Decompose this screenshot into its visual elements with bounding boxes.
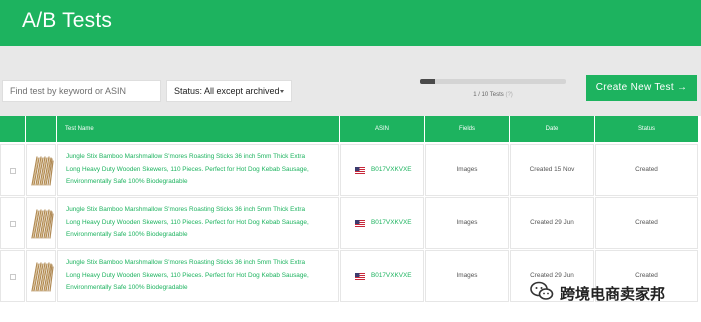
asin-text: B017VXKVXE [371, 166, 412, 173]
status-filter-label: Status: All except archived [174, 86, 280, 96]
test-name-line: Jungle Stix Bamboo Marshmallow S'mores R… [66, 206, 306, 213]
tests-count-info[interactable]: (?) [505, 92, 512, 98]
asin-text: B017VXKVXE [371, 272, 412, 279]
status-cell: Created [595, 197, 698, 249]
wechat-logo-icon [530, 281, 554, 300]
header-asin[interactable]: ASIN [340, 116, 424, 142]
status-filter-select[interactable]: Status: All except archived [166, 80, 292, 102]
header-date[interactable]: Date [510, 116, 594, 142]
thumbnail-cell [26, 197, 56, 249]
status-value: Created [635, 272, 658, 279]
thumbnail-cell [26, 250, 56, 302]
page-title: A/B Tests [22, 9, 113, 32]
asin-text: B017VXKVXE [371, 219, 412, 226]
status-cell: Created [595, 144, 698, 196]
row-checkbox[interactable] [10, 221, 16, 227]
product-thumbnail-image [31, 156, 54, 186]
toolbar: Status: All except archived 1 / 10 Tests… [0, 46, 701, 116]
tests-progress-bar [420, 79, 566, 84]
test-name-line: Environmentally Safe 100% Biodegradable [66, 231, 188, 238]
tests-count-text: 1 / 10 Tests [473, 92, 504, 98]
test-name-cell: Jungle Stix Bamboo Marshmallow S'mores R… [57, 197, 339, 249]
tests-progress-fill [420, 79, 435, 84]
date-cell: Created 29 Jun [510, 197, 594, 249]
asin-cell: B017VXKVXE [340, 144, 424, 196]
fields-value: Images [456, 219, 478, 226]
test-name-link[interactable]: Jungle Stix Bamboo Marshmallow S'mores R… [66, 151, 336, 189]
test-name-link[interactable]: Jungle Stix Bamboo Marshmallow S'mores R… [66, 204, 336, 242]
test-name-cell: Jungle Stix Bamboo Marshmallow S'mores R… [57, 144, 339, 196]
header-test-name[interactable]: Test Name [57, 116, 339, 142]
caret-down-icon [280, 90, 284, 93]
fields-value: Images [456, 272, 478, 279]
fields-cell: Images [425, 197, 509, 249]
create-new-test-button[interactable]: Create New Test → [586, 75, 697, 101]
test-name-cell: Jungle Stix Bamboo Marshmallow S'mores R… [57, 250, 339, 302]
test-name-line: Jungle Stix Bamboo Marshmallow S'mores R… [66, 259, 306, 266]
fields-cell: Images [425, 250, 509, 302]
test-name-line: Environmentally Safe 100% Biodegradable [66, 178, 188, 185]
header-image-col [26, 116, 56, 142]
row-checkbox[interactable] [10, 274, 16, 280]
app-header: A/B Tests [0, 0, 701, 46]
test-name-link[interactable]: Jungle Stix Bamboo Marshmallow S'mores R… [66, 257, 336, 295]
thumbnail-cell [26, 144, 56, 196]
product-thumbnail-image [31, 209, 54, 239]
select-cell [0, 144, 25, 196]
watermark-text: 跨境电商卖家邦 [560, 286, 666, 303]
date-cell: Created 15 Nov [510, 144, 594, 196]
date-value: Created 29 Jun [530, 272, 574, 279]
fields-cell: Images [425, 144, 509, 196]
test-name-line: Long Heavy Duty Wooden Skewers, 110 Piec… [66, 271, 309, 279]
asin-cell: B017VXKVXE [340, 250, 424, 302]
fields-value: Images [456, 166, 478, 173]
us-flag-icon [355, 273, 365, 280]
tests-count: 1 / 10 Tests (?) [420, 92, 566, 98]
table-header: Test Name ASIN Fields Date Status [0, 116, 701, 142]
status-value: Created [635, 166, 658, 173]
header-checkbox-col [0, 116, 25, 142]
search-input[interactable] [2, 80, 161, 102]
us-flag-icon [355, 220, 365, 227]
asin-cell: B017VXKVXE [340, 197, 424, 249]
table-row[interactable]: Jungle Stix Bamboo Marshmallow S'mores R… [0, 144, 701, 196]
test-name-line: Jungle Stix Bamboo Marshmallow S'mores R… [66, 153, 306, 160]
header-status[interactable]: Status [595, 116, 698, 142]
select-cell [0, 197, 25, 249]
status-value: Created [635, 219, 658, 226]
test-name-line: Long Heavy Duty Wooden Skewers, 110 Piec… [66, 165, 309, 173]
product-thumbnail-image [31, 262, 54, 292]
test-name-line: Environmentally Safe 100% Biodegradable [66, 284, 188, 291]
select-cell [0, 250, 25, 302]
date-value: Created 15 Nov [529, 166, 575, 173]
test-name-line: Long Heavy Duty Wooden Skewers, 110 Piec… [66, 218, 309, 226]
header-fields[interactable]: Fields [425, 116, 509, 142]
row-checkbox[interactable] [10, 168, 16, 174]
date-value: Created 29 Jun [530, 219, 574, 226]
table-row[interactable]: Jungle Stix Bamboo Marshmallow S'mores R… [0, 197, 701, 249]
us-flag-icon [355, 167, 365, 174]
